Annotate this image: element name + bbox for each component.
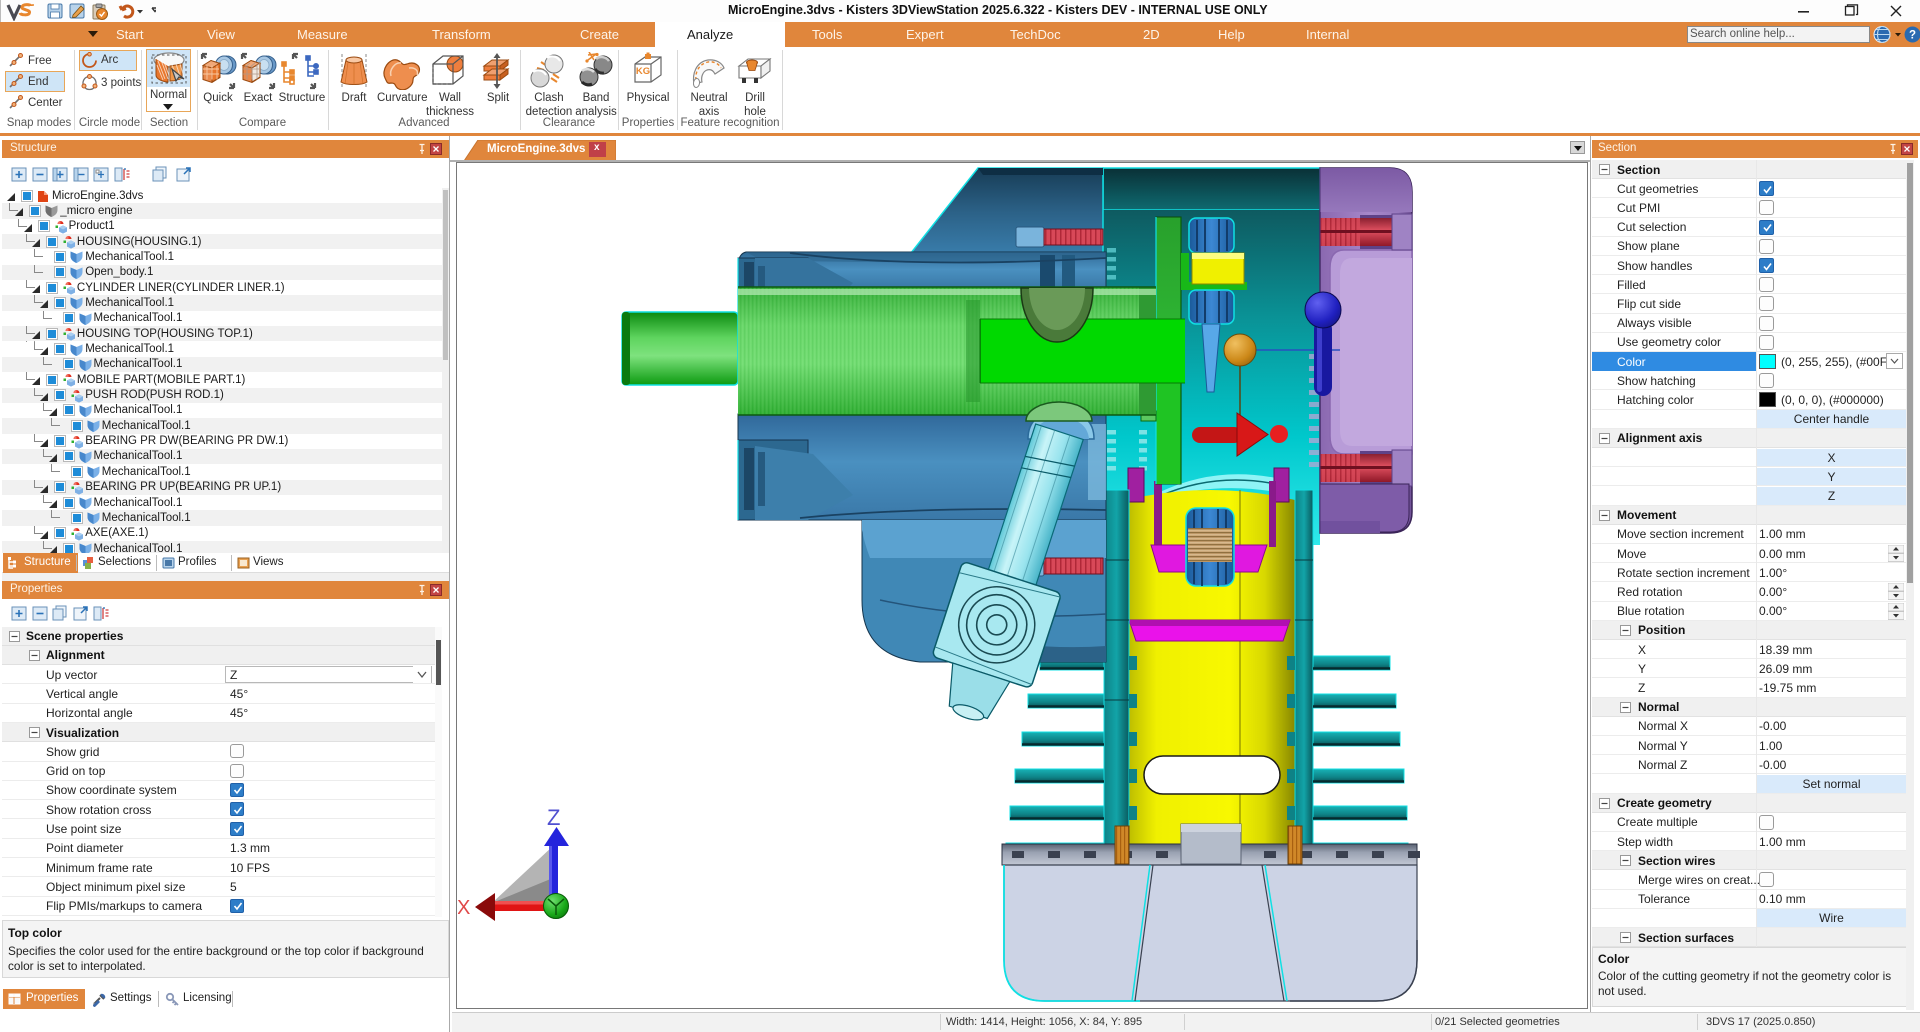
svg-text:X: X [458, 897, 470, 919]
svg-text:Z: Z [547, 805, 560, 830]
svg-text:KG: KG [636, 66, 650, 77]
svg-text:?: ? [1909, 30, 1916, 42]
